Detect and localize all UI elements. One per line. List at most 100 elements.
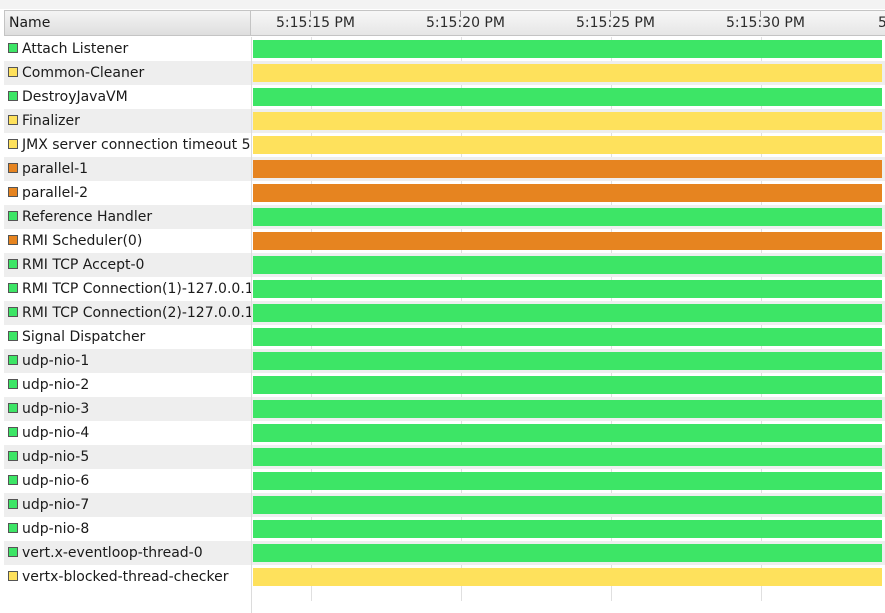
thread-name-label: Signal Dispatcher: [22, 329, 146, 345]
thread-name-label: udp-nio-2: [22, 377, 90, 393]
thread-row-timeline[interactable]: [252, 133, 885, 157]
thread-row-name[interactable]: RMI TCP Connection(1)-127.0.0.1: [4, 277, 251, 301]
thread-row-name[interactable]: RMI TCP Connection(2)-127.0.0.1: [4, 301, 251, 325]
thread-state-bar[interactable]: [253, 88, 882, 106]
thread-row-timeline[interactable]: [252, 277, 885, 301]
thread-row-name[interactable]: udp-nio-5: [4, 445, 251, 469]
thread-state-swatch-icon: [8, 331, 18, 341]
thread-row-timeline[interactable]: [252, 373, 885, 397]
thread-state-bar[interactable]: [253, 304, 882, 322]
thread-row-timeline[interactable]: [252, 349, 885, 373]
thread-row-name[interactable]: JMX server connection timeout 55: [4, 133, 251, 157]
thread-name-label: udp-nio-1: [22, 353, 90, 369]
thread-row-timeline[interactable]: [252, 37, 885, 61]
thread-row-name[interactable]: Common-Cleaner: [4, 61, 251, 85]
thread-state-bar[interactable]: [253, 40, 882, 58]
thread-state-bar[interactable]: [253, 568, 882, 586]
thread-row-timeline[interactable]: [252, 541, 885, 565]
thread-row-timeline[interactable]: [252, 157, 885, 181]
thread-state-swatch-icon: [8, 163, 18, 173]
thread-name-label: udp-nio-8: [22, 521, 90, 537]
thread-row-timeline[interactable]: [252, 85, 885, 109]
thread-state-bar[interactable]: [253, 208, 882, 226]
thread-row-timeline[interactable]: [252, 469, 885, 493]
thread-row-name[interactable]: Attach Listener: [4, 37, 251, 61]
thread-row-name[interactable]: udp-nio-2: [4, 373, 251, 397]
thread-state-bar[interactable]: [253, 352, 882, 370]
thread-state-swatch-icon: [8, 67, 18, 77]
thread-row-timeline[interactable]: [252, 397, 885, 421]
thread-state-swatch-icon: [8, 91, 18, 101]
thread-state-swatch-icon: [8, 115, 18, 125]
thread-state-swatch-icon: [8, 571, 18, 581]
thread-row-timeline[interactable]: [252, 181, 885, 205]
thread-state-bar[interactable]: [253, 328, 882, 346]
thread-name-label: udp-nio-4: [22, 425, 90, 441]
thread-state-swatch-icon: [8, 259, 18, 269]
name-column-header[interactable]: Name: [4, 10, 251, 36]
thread-row-name[interactable]: RMI Scheduler(0): [4, 229, 251, 253]
timeline-tick-mark: [460, 11, 461, 17]
thread-row-timeline[interactable]: [252, 301, 885, 325]
thread-row-name[interactable]: udp-nio-6: [4, 469, 251, 493]
thread-state-bar[interactable]: [253, 256, 882, 274]
thread-state-swatch-icon: [8, 427, 18, 437]
thread-row-timeline[interactable]: [252, 421, 885, 445]
timeline-tick-label: 5:: [878, 11, 885, 35]
thread-name-label: vert.x-eventloop-thread-0: [22, 545, 203, 561]
thread-state-swatch-icon: [8, 211, 18, 221]
thread-row-timeline[interactable]: [252, 253, 885, 277]
top-strip: [0, 0, 885, 9]
thread-state-bar[interactable]: [253, 448, 882, 466]
thread-row-name[interactable]: RMI TCP Accept-0: [4, 253, 251, 277]
thread-row-name[interactable]: Finalizer: [4, 109, 251, 133]
thread-row-name[interactable]: parallel-1: [4, 157, 251, 181]
thread-state-bar[interactable]: [253, 232, 882, 250]
thread-row-name[interactable]: udp-nio-8: [4, 517, 251, 541]
thread-row-name[interactable]: parallel-2: [4, 181, 251, 205]
thread-name-list: Attach Listener Common-Cleaner DestroyJava…: [4, 37, 251, 613]
thread-name-label: Reference Handler: [22, 209, 153, 225]
thread-row-timeline[interactable]: [252, 109, 885, 133]
thread-state-bar[interactable]: [253, 112, 882, 130]
thread-row-name[interactable]: DestroyJavaVM: [4, 85, 251, 109]
thread-row-name[interactable]: vertx-blocked-thread-checker: [4, 565, 251, 589]
thread-name-label: Attach Listener: [22, 41, 129, 57]
thread-row-name[interactable]: Signal Dispatcher: [4, 325, 251, 349]
thread-row-name[interactable]: vert.x-eventloop-thread-0: [4, 541, 251, 565]
thread-state-swatch-icon: [8, 379, 18, 389]
thread-row-name[interactable]: udp-nio-3: [4, 397, 251, 421]
name-column-header-label: Name: [9, 15, 51, 31]
thread-state-bar[interactable]: [253, 280, 882, 298]
thread-name-label: udp-nio-7: [22, 497, 90, 513]
thread-state-bar[interactable]: [253, 64, 882, 82]
thread-row-timeline[interactable]: [252, 565, 885, 589]
thread-row-timeline[interactable]: [252, 493, 885, 517]
thread-state-swatch-icon: [8, 499, 18, 509]
timeline-tick-label: 5:15:25 PM: [576, 15, 655, 31]
thread-state-bar[interactable]: [253, 160, 882, 178]
thread-row-name[interactable]: Reference Handler: [4, 205, 251, 229]
thread-name-label: parallel-1: [22, 161, 89, 177]
thread-state-swatch-icon: [8, 523, 18, 533]
thread-row-timeline[interactable]: [252, 517, 885, 541]
thread-state-bar[interactable]: [253, 376, 882, 394]
thread-row-timeline[interactable]: [252, 325, 885, 349]
thread-state-bar[interactable]: [253, 424, 882, 442]
thread-row-name[interactable]: udp-nio-4: [4, 421, 251, 445]
thread-state-bar[interactable]: [253, 544, 882, 562]
thread-row-timeline[interactable]: [252, 205, 885, 229]
thread-name-label: DestroyJavaVM: [22, 89, 128, 105]
thread-row-name[interactable]: udp-nio-7: [4, 493, 251, 517]
timeline-tick-mark: [610, 11, 611, 17]
thread-row-timeline[interactable]: [252, 445, 885, 469]
thread-state-bar[interactable]: [253, 472, 882, 490]
thread-row-timeline[interactable]: [252, 229, 885, 253]
thread-state-bar[interactable]: [253, 400, 882, 418]
thread-state-bar[interactable]: [253, 184, 882, 202]
thread-state-bar[interactable]: [253, 520, 882, 538]
thread-state-bar[interactable]: [253, 136, 882, 154]
thread-row-timeline[interactable]: [252, 61, 885, 85]
thread-row-name[interactable]: udp-nio-1: [4, 349, 251, 373]
thread-state-bar[interactable]: [253, 496, 882, 514]
